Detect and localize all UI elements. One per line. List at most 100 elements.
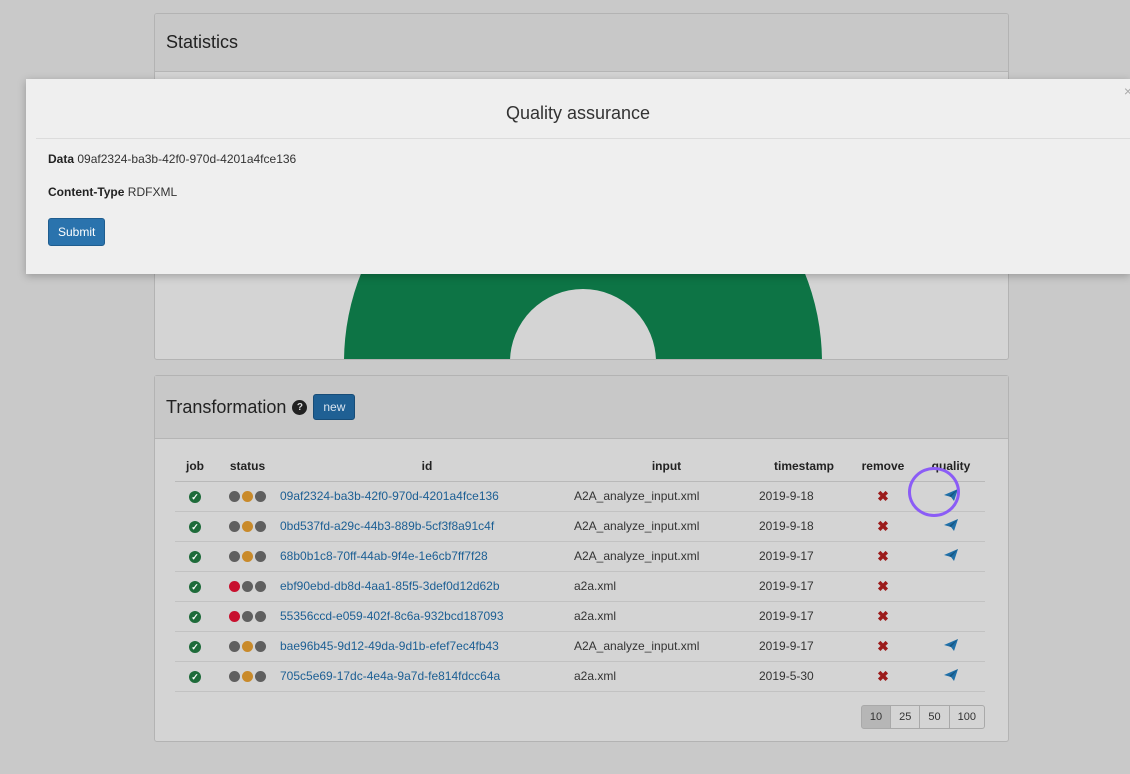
gauge-arc bbox=[344, 272, 822, 359]
table-row[interactable]: ✓ ebf90ebd-db8d-4aa1-85f5-3def0d12d62b a2a… bbox=[175, 571, 985, 602]
check-circle-icon: ✓ bbox=[189, 581, 201, 593]
statistics-gauge-chart bbox=[344, 272, 822, 359]
column-header-timestamp[interactable]: timestamp bbox=[759, 451, 849, 482]
times-icon[interactable]: ✖ bbox=[877, 578, 889, 594]
status-dot bbox=[255, 611, 266, 623]
status-dot bbox=[242, 491, 253, 503]
status-dot bbox=[242, 611, 253, 623]
column-header-remove[interactable]: remove bbox=[849, 451, 917, 482]
job-id-link[interactable]: 705c5e69-17dc-4e4a-9a7d-fe814fdcc64a bbox=[280, 669, 500, 683]
status-dot bbox=[229, 611, 240, 623]
check-circle-icon: ✓ bbox=[189, 641, 201, 653]
input-cell: a2a.xml bbox=[574, 601, 759, 632]
column-header-job[interactable]: job bbox=[175, 451, 215, 482]
data-value: 09af2324-ba3b-42f0-970d-4201a4fce136 bbox=[77, 152, 297, 166]
check-circle-icon: ✓ bbox=[189, 611, 201, 623]
status-dot bbox=[242, 581, 253, 593]
job-id-link[interactable]: 55356ccd-e059-402f-8c6a-932bcd187093 bbox=[280, 609, 504, 623]
status-dot bbox=[229, 641, 240, 653]
column-header-status[interactable]: status bbox=[215, 451, 280, 482]
status-dot bbox=[229, 551, 240, 563]
times-icon[interactable]: ✖ bbox=[877, 638, 889, 654]
input-cell: a2a.xml bbox=[574, 661, 759, 692]
status-dot bbox=[255, 491, 266, 503]
new-transformation-button[interactable]: new bbox=[313, 394, 356, 420]
status-dot bbox=[255, 671, 266, 683]
page-size-25-button[interactable]: 25 bbox=[890, 705, 921, 729]
status-dot bbox=[229, 491, 240, 503]
modal-header: Quality assurance × bbox=[36, 79, 1130, 139]
status-cell bbox=[215, 511, 280, 542]
job-id-link[interactable]: 09af2324-ba3b-42f0-970d-4201a4fce136 bbox=[280, 489, 499, 503]
modal-title: Quality assurance bbox=[505, 103, 651, 123]
paper-plane-icon[interactable] bbox=[944, 638, 958, 654]
page-size-selector: 10 25 50 100 bbox=[860, 705, 985, 729]
status-cell bbox=[215, 631, 280, 662]
job-id-link[interactable]: 0bd537fd-a29c-44b3-889b-5cf3f8a91c4f bbox=[280, 519, 494, 533]
status-cell bbox=[215, 571, 280, 602]
table-row[interactable]: ✓ 09af2324-ba3b-42f0-970d-4201a4fce136 A2A… bbox=[175, 481, 985, 512]
status-cell bbox=[215, 661, 280, 692]
check-circle-icon: ✓ bbox=[189, 521, 201, 533]
content-type-label: Content-Type bbox=[48, 185, 125, 199]
column-header-id[interactable]: id bbox=[280, 451, 574, 482]
check-circle-icon: ✓ bbox=[189, 551, 201, 563]
status-dot bbox=[242, 641, 253, 653]
job-id-link[interactable]: ebf90ebd-db8d-4aa1-85f5-3def0d12d62b bbox=[280, 579, 500, 593]
check-circle-icon: ✓ bbox=[189, 671, 201, 683]
times-icon[interactable]: ✖ bbox=[877, 608, 889, 624]
table-row[interactable]: ✓ 55356ccd-e059-402f-8c6a-932bcd187093 a2a… bbox=[175, 601, 985, 632]
statistics-title: Statistics bbox=[166, 32, 239, 52]
page-size-50-button[interactable]: 50 bbox=[919, 705, 950, 729]
paper-plane-icon[interactable] bbox=[944, 548, 958, 564]
table-row[interactable]: ✓ bae96b45-9d12-49da-9d1b-efef7ec4fb43 A2A… bbox=[175, 631, 985, 662]
paper-plane-icon[interactable] bbox=[944, 488, 958, 504]
input-cell: a2a.xml bbox=[574, 571, 759, 602]
paper-plane-icon[interactable] bbox=[944, 518, 958, 534]
submit-button[interactable]: Submit bbox=[48, 218, 106, 246]
page-size-100-button[interactable]: 100 bbox=[948, 705, 985, 729]
transformation-heading: Transformation ? new bbox=[155, 376, 1008, 439]
input-cell: A2A_analyze_input.xml bbox=[574, 511, 759, 542]
table-row[interactable]: ✓ 68b0b1c8-70ff-44ab-9f4e-1e6cb7ff7f28 A2A… bbox=[175, 541, 985, 572]
job-id-link[interactable]: bae96b45-9d12-49da-9d1b-efef7ec4fb43 bbox=[280, 639, 499, 653]
times-icon[interactable]: ✖ bbox=[877, 488, 889, 504]
content-type-value: RDFXML bbox=[127, 185, 178, 199]
table-row[interactable]: ✓ 705c5e69-17dc-4e4a-9a7d-fe814fdcc64a a2a… bbox=[175, 661, 985, 692]
status-dot bbox=[242, 671, 253, 683]
column-header-input[interactable]: input bbox=[574, 451, 759, 482]
table-row[interactable]: ✓ 0bd537fd-a29c-44b3-889b-5cf3f8a91c4f A2A… bbox=[175, 511, 985, 542]
status-cell bbox=[215, 481, 280, 512]
timestamp-cell: 2019-9-17 bbox=[759, 631, 849, 662]
transformation-panel: Transformation ? new job status id input… bbox=[154, 375, 1009, 742]
modal-body: Data 09af2324-ba3b-42f0-970d-4201a4fce13… bbox=[26, 139, 1130, 259]
data-label: Data bbox=[48, 152, 75, 166]
status-dot bbox=[255, 641, 266, 653]
close-icon[interactable]: × bbox=[1124, 83, 1130, 99]
status-dot bbox=[242, 521, 253, 533]
data-row: Data 09af2324-ba3b-42f0-970d-4201a4fce13… bbox=[48, 152, 1108, 166]
times-icon[interactable]: ✖ bbox=[877, 668, 889, 684]
page-size-10-button[interactable]: 10 bbox=[860, 705, 892, 729]
times-icon[interactable]: ✖ bbox=[877, 548, 889, 564]
input-cell: A2A_analyze_input.xml bbox=[574, 631, 759, 662]
status-dot bbox=[255, 551, 266, 563]
content-type-row: Content-Type RDFXML bbox=[48, 185, 1108, 199]
transformation-table-body: ✓ 09af2324-ba3b-42f0-970d-4201a4fce136 A2A… bbox=[175, 481, 985, 692]
job-id-link[interactable]: 68b0b1c8-70ff-44ab-9f4e-1e6cb7ff7f28 bbox=[280, 549, 488, 563]
status-dot bbox=[255, 521, 266, 533]
status-dot bbox=[255, 581, 266, 593]
input-cell: A2A_analyze_input.xml bbox=[574, 481, 759, 512]
status-cell bbox=[215, 541, 280, 572]
transformation-title: Transformation bbox=[166, 396, 287, 417]
table-header-row: job status id input timestamp remove qua… bbox=[175, 451, 985, 482]
check-circle-icon: ✓ bbox=[189, 491, 201, 503]
column-header-quality[interactable]: quality bbox=[917, 451, 985, 482]
timestamp-cell: 2019-9-18 bbox=[759, 511, 849, 542]
paper-plane-icon[interactable] bbox=[944, 668, 958, 684]
times-icon[interactable]: ✖ bbox=[877, 518, 889, 534]
timestamp-cell: 2019-9-18 bbox=[759, 481, 849, 512]
timestamp-cell: 2019-9-17 bbox=[759, 601, 849, 632]
help-icon[interactable]: ? bbox=[292, 399, 308, 415]
statistics-heading: Statistics bbox=[155, 14, 1008, 72]
